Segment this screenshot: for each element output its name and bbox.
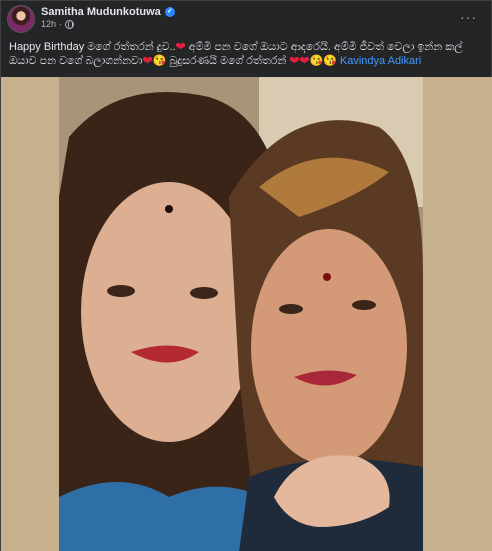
facebook-post: Samitha Mudunkotuwa ✓ 12h · ··· Happy Bi… xyxy=(0,0,492,551)
tagged-user-link[interactable]: Kavindya Adikari xyxy=(340,55,421,67)
post-media[interactable] xyxy=(1,77,492,551)
author-row: Samitha Mudunkotuwa ✓ xyxy=(41,6,175,18)
kiss-emoji-icon: 😘 xyxy=(152,55,167,67)
heart-emoji-icon: ❤ xyxy=(289,55,300,67)
photo-illustration xyxy=(59,77,423,551)
heart-emoji-icon: ❤ xyxy=(299,55,310,67)
meta-separator: · xyxy=(59,19,63,29)
verified-badge-icon: ✓ xyxy=(164,7,175,17)
kiss-emoji-icon: 😘 xyxy=(323,55,337,67)
heart-emoji-icon: ❤ xyxy=(175,41,186,53)
author-name[interactable]: Samitha Mudunkotuwa xyxy=(41,6,161,18)
post-photo[interactable] xyxy=(59,77,423,551)
globe-icon[interactable] xyxy=(65,19,75,29)
post-time[interactable]: 12h xyxy=(41,19,56,29)
post-caption: Happy Birthday මගේ රත්තරන් දුව..❤ අම්මී … xyxy=(9,40,487,68)
kiss-emoji-icon: 😘 xyxy=(309,55,324,67)
post-header: Samitha Mudunkotuwa ✓ 12h · ··· xyxy=(1,1,491,37)
post-meta: 12h · xyxy=(41,19,75,29)
heart-emoji-icon: ❤ xyxy=(142,55,153,67)
caption-text-3: බුදුසරණයි මගේ රත්තරන් xyxy=(166,55,290,67)
caption-text-1: Happy Birthday මගේ රත්තරන් දුව.. xyxy=(9,41,176,53)
author-avatar[interactable] xyxy=(7,5,35,33)
more-options-icon[interactable]: ··· xyxy=(460,9,477,25)
